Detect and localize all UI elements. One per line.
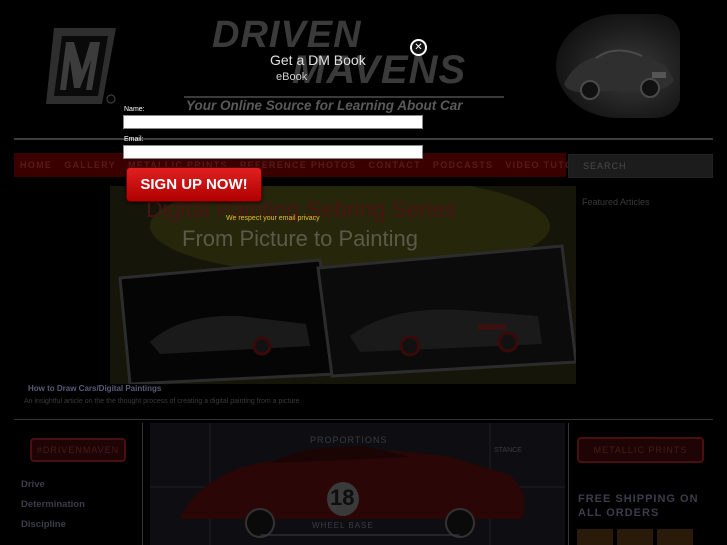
stance-label: STANCE — [494, 447, 522, 454]
header-divider — [14, 138, 713, 140]
email-field[interactable] — [123, 145, 423, 159]
name-field-label: Name: — [124, 106, 145, 113]
category-list: Drive Determination Discipline — [21, 479, 85, 539]
print-thumbnail[interactable] — [617, 529, 653, 545]
free-shipping-text: FREE SHIPPING ON ALL ORDERS — [578, 493, 699, 519]
category-drive[interactable]: Drive — [21, 479, 85, 499]
hero-caption-text: An insightful article on the the thought… — [24, 398, 300, 405]
category-determination[interactable]: Determination — [21, 499, 85, 519]
print-thumbnails — [577, 529, 693, 545]
nav-gallery[interactable]: GALLERY — [64, 160, 116, 170]
search-input[interactable]: SEARCH — [568, 154, 713, 178]
hero-slide[interactable]: Digital Painting Sebring Series From Pic… — [110, 186, 576, 384]
featured-articles-heading: Featured Articles — [582, 197, 650, 207]
content-divider — [14, 419, 713, 420]
driven-mavens-logo[interactable] — [40, 26, 120, 108]
right-sidebar: METALLIC PRINTS FREE SHIPPING ON ALL ORD… — [568, 423, 713, 545]
nav-home[interactable]: HOME — [20, 160, 52, 170]
name-field[interactable] — [123, 115, 423, 129]
nav-contact[interactable]: CONTACT — [368, 160, 420, 170]
car-number: 18 — [330, 485, 355, 510]
signup-button[interactable]: SIGN UP NOW! — [126, 167, 262, 202]
proportions-artwork[interactable]: PROPORTIONS 18 STANCE WHEEL BASE — [150, 423, 565, 545]
hero-title-line2: From Picture to Painting — [182, 226, 418, 251]
metallic-prints-badge[interactable]: METALLIC PRINTS — [577, 437, 704, 463]
proportions-label: PROPORTIONS — [310, 435, 388, 445]
car-silhouette-icon — [564, 49, 674, 100]
left-sidebar: #DRIVENMAVEN Drive Determination Discipl… — [14, 423, 143, 545]
modal-subtitle: eBook — [276, 71, 308, 83]
email-field-label: Email: — [124, 136, 144, 143]
print-thumbnail[interactable] — [577, 529, 613, 545]
drivenmaven-hashtag-badge[interactable]: #DRIVENMAVEN — [30, 438, 126, 462]
privacy-notice: We respect your email privacy — [226, 215, 320, 222]
hero-caption-link[interactable]: How to Draw Cars/Digital Paintings — [28, 384, 161, 393]
modal-title: Get a DM Book — [270, 52, 366, 68]
print-thumbnail[interactable] — [657, 529, 693, 545]
nav-podcasts[interactable]: PODCASTS — [433, 160, 493, 170]
category-discipline[interactable]: Discipline — [21, 519, 85, 539]
wheel-base-label: WHEEL BASE — [312, 521, 374, 530]
header-car-image — [556, 14, 680, 118]
modal-close-icon[interactable]: ✕ — [410, 39, 427, 56]
